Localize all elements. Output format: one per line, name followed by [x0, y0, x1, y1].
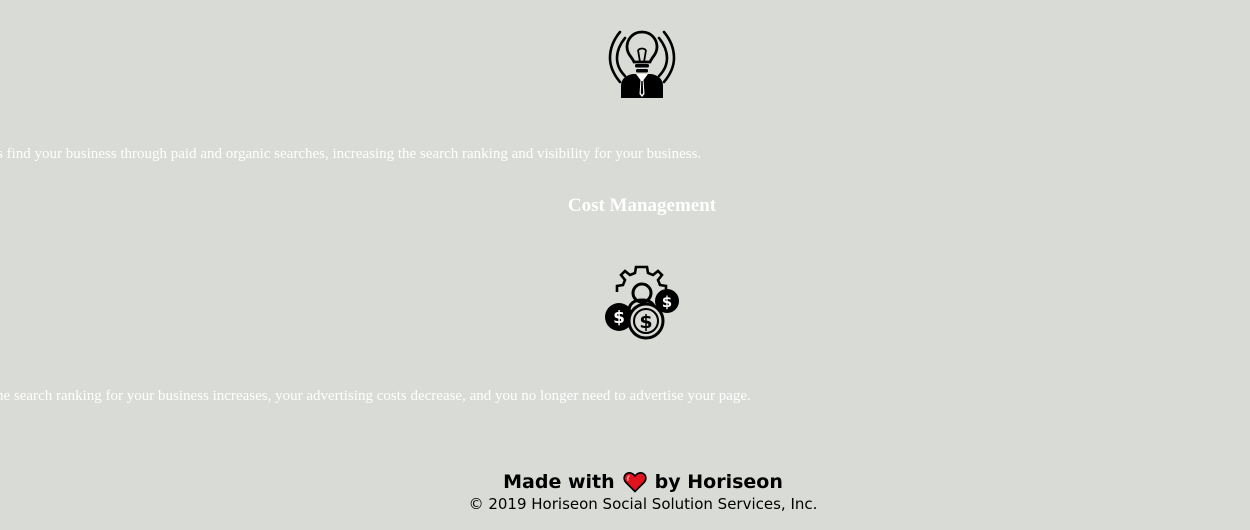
page: s find your business through paid and or… — [0, 0, 1250, 530]
heart-icon — [623, 472, 647, 493]
footer: Made with by Horiseon © 2019 Horiseon So… — [18, 470, 1250, 514]
svg-text:$: $ — [613, 308, 625, 328]
svg-text:$: $ — [639, 311, 652, 333]
footer-by-horiseon: by Horiseon — [654, 471, 783, 493]
svg-text:$: $ — [662, 293, 672, 311]
footer-copyright: © 2019 Horiseon Social Solution Services… — [468, 495, 818, 513]
seo-description: s find your business through paid and or… — [0, 146, 702, 162]
lightbulb-head-businessman-icon — [608, 30, 676, 98]
cost-management-description: he search ranking for your business incr… — [0, 388, 751, 404]
cost-management-heading: Cost Management — [567, 195, 717, 216]
footer-credit: Made with by Horiseon — [503, 470, 783, 494]
footer-made-with: Made with — [503, 471, 615, 493]
money-gear-person-icon: $ $ $ — [605, 265, 679, 340]
